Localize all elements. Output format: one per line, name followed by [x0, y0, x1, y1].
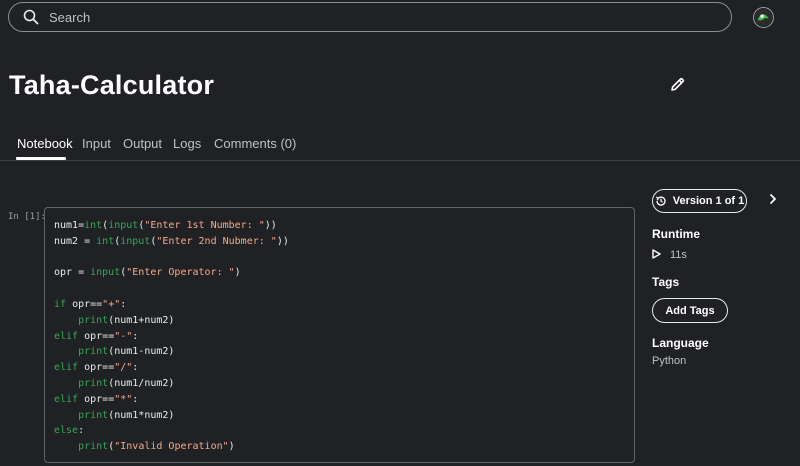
cell-prompt: In [1]: — [8, 212, 46, 222]
active-tab-indicator — [16, 157, 66, 160]
pencil-icon[interactable] — [669, 76, 686, 93]
add-tags-button[interactable]: Add Tags — [652, 298, 728, 323]
page-title: Taha-Calculator — [9, 70, 215, 100]
code-line: num1=int(input("Enter 1st Number: ")) — [54, 220, 277, 231]
avatar[interactable] — [753, 7, 774, 28]
version-button[interactable]: Version 1 of 1 — [652, 189, 747, 213]
search-input[interactable] — [47, 8, 701, 26]
code-line: print("Invalid Operation") — [78, 441, 235, 453]
search-icon — [23, 9, 39, 25]
code-line: print(num1*num2) — [78, 409, 175, 421]
code-block: num1=int(input("Enter 1st Number: ")) nu… — [45, 208, 634, 455]
language-heading: Language — [652, 336, 709, 350]
tab-output[interactable]: Output — [123, 136, 162, 151]
code-line: opr = input("Enter Operator: ") — [54, 267, 241, 279]
code-line: if opr=="+": — [54, 298, 127, 310]
tab-input[interactable]: Input — [82, 136, 111, 151]
language-value: Python — [652, 355, 687, 367]
tab-comments[interactable]: Comments (0) — [214, 136, 296, 151]
runtime-value: 11s — [670, 249, 687, 261]
tags-heading: Tags — [652, 275, 680, 289]
play-icon — [652, 249, 661, 259]
tab-bar: Notebook Input Output Logs Comments (0) — [0, 126, 800, 161]
version-label: Version 1 of 1 — [672, 195, 745, 207]
history-icon — [655, 196, 666, 206]
code-line: elif opr=="/": — [54, 362, 139, 374]
code-line: print(num1/num2) — [78, 377, 175, 389]
code-cell[interactable]: num1=int(input("Enter 1st Number: ")) nu… — [44, 207, 635, 463]
tab-logs[interactable]: Logs — [173, 136, 201, 151]
code-line: elif opr=="*": — [54, 393, 139, 405]
code-line: num2 = int(input("Enter 2nd Nubmer: ")) — [54, 235, 289, 247]
search-bar[interactable] — [8, 2, 732, 32]
runtime-heading: Runtime — [652, 227, 700, 241]
tab-notebook[interactable]: Notebook — [17, 136, 73, 151]
code-line: print(num1-num2) — [78, 346, 175, 358]
code-line: print(num1+num2) — [78, 314, 175, 326]
code-line: elif opr=="-": — [54, 330, 139, 342]
code-line: else: — [54, 425, 85, 437]
chevron-right-icon[interactable] — [767, 193, 779, 205]
